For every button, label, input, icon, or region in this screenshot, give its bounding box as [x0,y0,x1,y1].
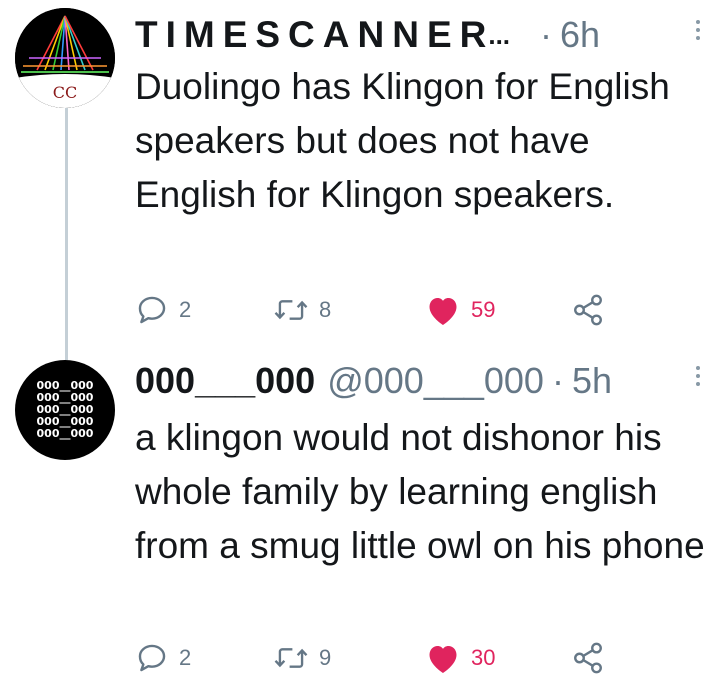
separator-dot: · [540,14,553,55]
avatar-image: CC [15,8,115,108]
separator-dot: · [551,360,564,401]
retweet-count: 9 [319,645,332,670]
display-name-ellipsis: ... [488,19,511,50]
tweet-text: a klingon would not dishonor his whole f… [135,417,705,566]
like-button[interactable]: 30 [425,638,495,678]
tweet-header: TIMESCANNER ... · 6h [135,10,702,60]
share-button[interactable] [571,638,605,678]
more-options-icon[interactable] [694,366,702,386]
timestamp[interactable]: 6h [560,14,600,56]
share-icon [574,642,602,674]
reply-icon [138,644,166,672]
svg-text:CC: CC [53,83,77,102]
tweet-actions: 2 9 30 [135,638,615,678]
reply-count: 2 [179,297,192,322]
display-name[interactable]: TIMESCANNER [135,14,494,56]
like-count: 59 [471,297,496,322]
retweet-button[interactable]: 9 [273,638,331,678]
share-button[interactable] [571,290,605,330]
timestamp[interactable]: 5h [572,360,612,402]
like-count: 30 [471,645,496,670]
heart-icon [429,298,457,325]
reply-button[interactable]: 2 [135,290,191,330]
retweet-button[interactable]: 8 [273,290,331,330]
tweet-text: Duolingo has Klingon for English speaker… [135,66,670,215]
avatar-text-row: 000__000 [36,427,94,440]
avatar-timescanner[interactable]: CC [15,8,115,108]
heart-icon [429,646,457,673]
retweet-icon [274,648,308,668]
reply-count: 2 [179,645,192,670]
like-button[interactable]: 59 [425,290,495,330]
avatar-text-grid: 000__000 000__000 000__000 000__000 000_… [15,360,115,460]
tweet-header: 000___000 @000___000 · 5h [135,356,702,406]
share-icon [574,294,602,326]
display-name[interactable]: 000___000 [135,360,315,402]
tweet-actions: 2 8 59 [135,290,615,330]
avatar-000-000[interactable]: 000__000 000__000 000__000 000__000 000_… [15,360,115,460]
more-options-icon[interactable] [694,20,702,40]
reply-icon [138,296,166,324]
retweet-icon [274,300,308,320]
reply-button[interactable]: 2 [135,638,191,678]
thread-connector-line [65,108,68,360]
user-handle[interactable]: @000___000 [327,360,544,402]
retweet-count: 8 [319,297,332,322]
